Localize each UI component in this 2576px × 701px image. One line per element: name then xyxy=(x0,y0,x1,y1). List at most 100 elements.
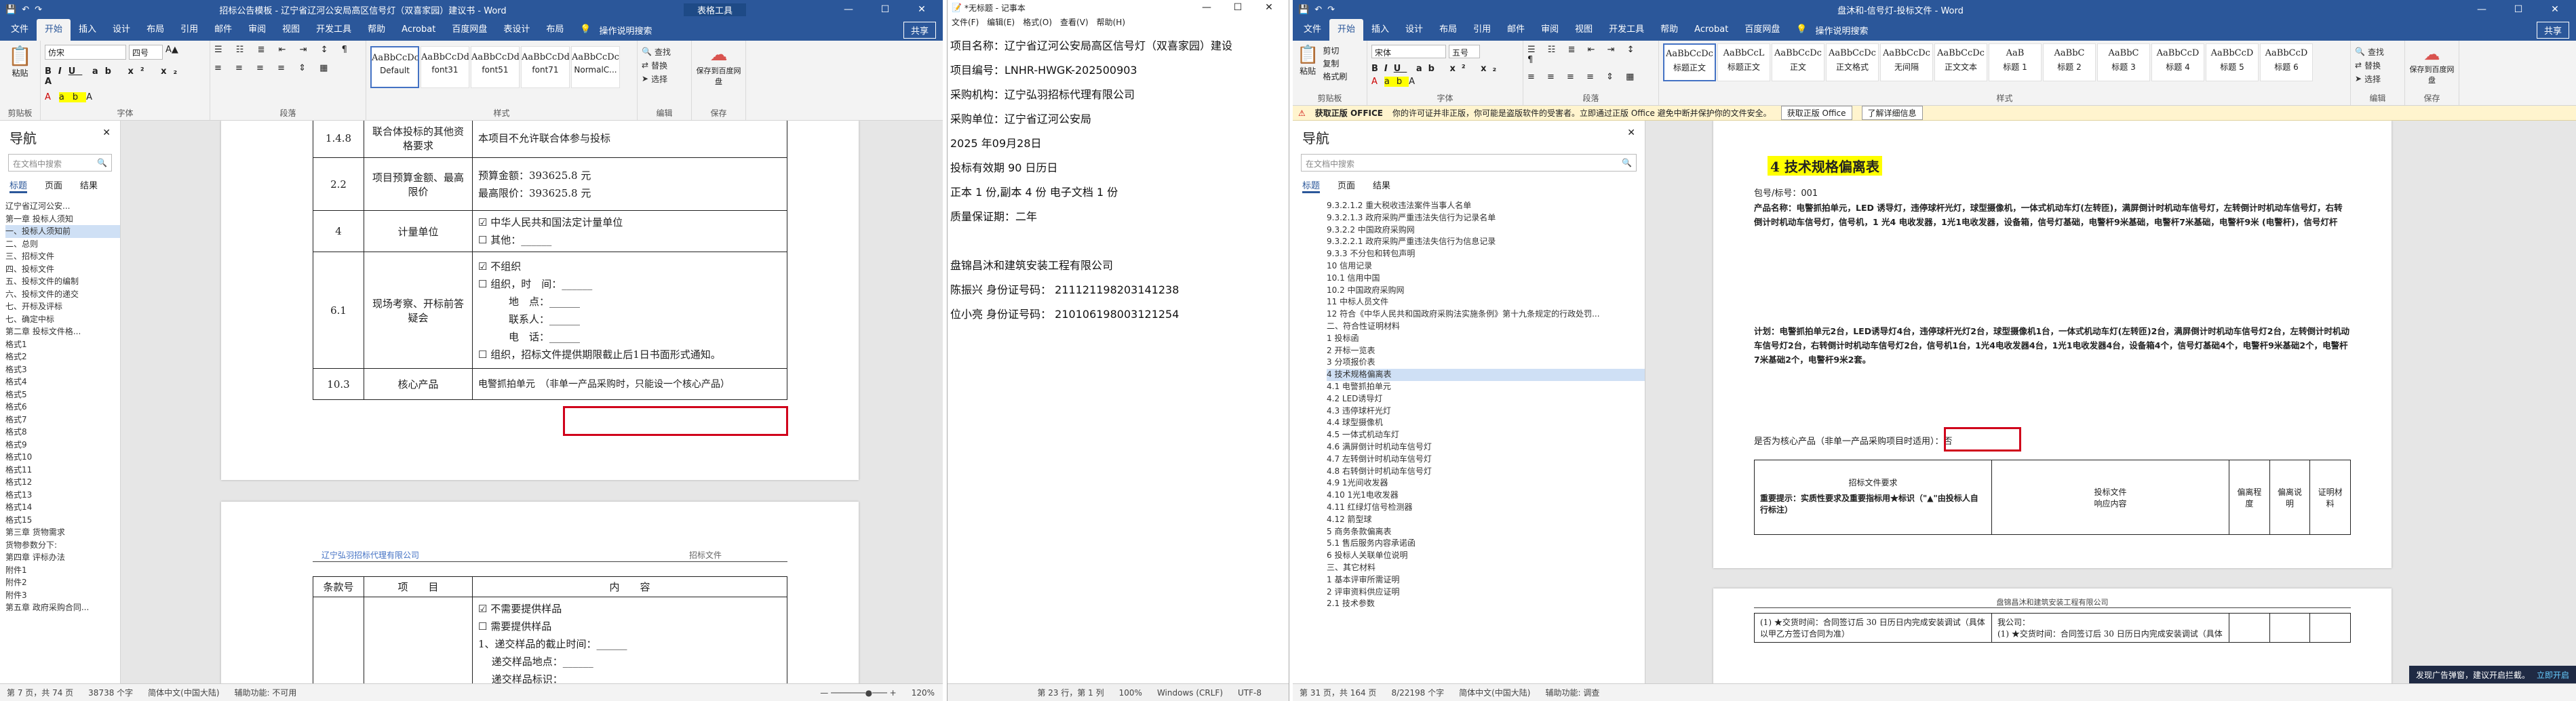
select-button[interactable]: ➤ 选择 xyxy=(2355,72,2400,85)
nav-tab-headings[interactable]: 标题 xyxy=(1302,178,1321,193)
menu-edit[interactable]: 编辑(E) xyxy=(987,16,1015,28)
close-icon[interactable]: ✕ xyxy=(2539,4,2571,15)
align-buttons-row[interactable]: ≡ ≡ ≡ ≡ ⇕ ▦ xyxy=(1527,72,1654,82)
tab-layout[interactable]: 布局 xyxy=(138,19,172,41)
cut-button[interactable]: 剪切 xyxy=(1323,45,1347,58)
nav-heading-item[interactable]: 9.3.2.1.3 政府采购严重违法失信行为记录名单 xyxy=(1327,212,1645,224)
font-name-select[interactable]: 宋体 xyxy=(1371,45,1446,58)
menu-file[interactable]: 文件(F) xyxy=(952,16,979,28)
nav-heading-item[interactable]: 二、符合性证明材料 xyxy=(1327,321,1645,333)
nav-heading-item[interactable]: 三、招标文件 xyxy=(5,250,120,263)
baidu-cloud-icon[interactable]: ☁ xyxy=(2409,45,2455,64)
page-count[interactable]: 第 31 页，共 164 页 xyxy=(1300,687,1376,698)
style-gallery-item[interactable]: AaBbCcDc 正文格式 xyxy=(1826,43,1879,81)
autosave-icon[interactable]: 💾 xyxy=(1298,5,1309,15)
align-buttons-row[interactable]: ≡ ≡ ≡ ≡ ⇕ ▦ xyxy=(214,63,362,73)
nav-heading-item[interactable]: 4.4 球型摄像机 xyxy=(1327,417,1645,429)
table-cell[interactable]: ☑ 不需要提供样品 ☐ 需要提供样品 1、递交样品的截止时间：______ 递交… xyxy=(472,597,787,683)
tab-table-design[interactable]: 表设计 xyxy=(495,19,538,41)
table-cell[interactable]: 我公司： (1) ★交货时间：合同签订后 30 日历日内完成安装调试（具体 xyxy=(1991,613,2229,643)
nav-heading-item[interactable]: 附件3 xyxy=(5,589,120,602)
menu-help[interactable]: 帮助(H) xyxy=(1097,16,1125,28)
content-cell[interactable]: 本项目不允许联合体参与投标 xyxy=(472,121,787,158)
nav-heading-item[interactable]: 四、投标文件 xyxy=(5,263,120,276)
tell-me-box[interactable]: 操作说明搜索 xyxy=(600,24,652,37)
nav-heading-item[interactable]: 4.11 红绿灯信号检测器 xyxy=(1327,502,1645,514)
nav-heading-item[interactable]: 七、确定中标 xyxy=(5,313,120,326)
style-gallery-item[interactable]: AaBbCcD 标题 4 xyxy=(2151,43,2204,81)
font-color-row[interactable]: AabA xyxy=(1371,77,1519,87)
nav-heading-item[interactable]: 格式4 xyxy=(5,376,120,388)
nav-heading-item[interactable]: 附件2 xyxy=(5,576,120,589)
close-icon[interactable]: ✕ xyxy=(906,4,937,15)
word-count[interactable]: 8/22198 个字 xyxy=(1391,687,1444,698)
font-size-select[interactable]: 五号 xyxy=(1449,45,1480,58)
format-painter-button[interactable]: 格式刷 xyxy=(1323,71,1347,83)
tab-insert[interactable]: 插入 xyxy=(71,19,104,41)
nav-heading-item[interactable]: 4.7 左转倒计时机动车信号灯 xyxy=(1327,454,1645,466)
tab-acrobat[interactable]: Acrobat xyxy=(1686,19,1736,41)
table-cell[interactable]: (1) ★交货时间：合同签订后 30 日历日内完成安装调试（具体以甲乙方签订合同… xyxy=(1754,613,1992,643)
nav-heading-item[interactable]: 格式13 xyxy=(5,489,120,502)
nav-heading-item[interactable]: 格式6 xyxy=(5,401,120,414)
nav-heading-item[interactable]: 9.3.2.1.2 重大税收违法案件当事人名单 xyxy=(1327,200,1645,212)
close-icon[interactable]: ✕ xyxy=(1627,127,1635,147)
undo-icon[interactable]: ↶ xyxy=(1314,5,1322,15)
tab-file[interactable]: 文件 xyxy=(1295,19,1329,41)
table-cell[interactable] xyxy=(313,597,364,683)
nav-heading-item[interactable]: 1 投标函 xyxy=(1327,333,1645,345)
share-button[interactable]: 共享 xyxy=(2536,21,2569,39)
get-genuine-button[interactable]: 获取正版 Office xyxy=(1780,106,1852,120)
paste-button[interactable]: 粘贴 xyxy=(4,67,36,79)
style-gallery-item[interactable]: AaBbC 标题 2 xyxy=(2043,43,2096,81)
nav-heading-item[interactable]: 六、投标文件的递交 xyxy=(5,288,120,301)
nav-tab-pages[interactable]: 页面 xyxy=(1338,178,1355,193)
nav-heading-item[interactable]: 格式12 xyxy=(5,476,120,489)
content-cell[interactable]: ☑ 不组织 ☐ 组织，时 间：______ 地 点：______ 联系人：___… xyxy=(472,252,787,369)
font-name-select[interactable]: 仿宋 xyxy=(45,45,126,60)
list-buttons-row[interactable]: ☰ ☷ ≣ ⇤ ⇥ ↕ ¶ xyxy=(214,45,362,55)
autosave-icon[interactable]: 💾 xyxy=(5,5,16,15)
item-label-cell[interactable]: 联合体投标的其他资格要求 xyxy=(364,121,473,158)
font-format-row[interactable]: BIU ab x² x₂ xyxy=(1371,64,1519,74)
nav-heading-item[interactable]: 格式2 xyxy=(5,350,120,363)
save-baidu-button[interactable]: 保存到百度网盘 xyxy=(2409,64,2455,85)
font-color-row[interactable]: AabA xyxy=(45,92,206,102)
language[interactable]: 简体中文(中国大陆) xyxy=(1459,687,1530,698)
nav-heading-item[interactable]: 附件1 xyxy=(5,564,120,577)
style-gallery-item[interactable]: AaBbCcDc NormalC... xyxy=(571,46,620,88)
tab-table-layout[interactable]: 布局 xyxy=(538,19,572,41)
style-gallery-item[interactable]: AaBbCcDc 标题正文 xyxy=(1663,43,1716,81)
nav-heading-item[interactable]: 4.8 右转倒计时机动车信号灯 xyxy=(1327,466,1645,478)
page-count[interactable]: 第 7 页，共 74 页 xyxy=(7,687,73,698)
nav-heading-item[interactable]: 4.9 1光间收发器 xyxy=(1327,477,1645,489)
nav-heading-item[interactable]: 11 中标人员文件 xyxy=(1327,296,1645,308)
style-gallery-item[interactable]: AaBbCcD 标题 6 xyxy=(2260,43,2313,81)
nav-heading-item[interactable]: 4.1 电警抓拍单元 xyxy=(1327,381,1645,393)
style-gallery-item[interactable]: AaB 标题 1 xyxy=(1989,43,2042,81)
undo-icon[interactable]: ↶ xyxy=(22,5,29,15)
nav-heading-item[interactable]: 格式14 xyxy=(5,501,120,514)
redo-icon[interactable]: ↷ xyxy=(35,5,42,15)
style-gallery-item[interactable]: AaBbCcDc Default xyxy=(370,46,419,88)
nav-heading-item[interactable]: 格式11 xyxy=(5,464,120,477)
nav-heading-item[interactable]: 格式10 xyxy=(5,451,120,464)
nav-heading-item[interactable]: 第三章 货物需求 xyxy=(5,526,120,539)
tell-me-box[interactable]: 操作说明搜索 xyxy=(1816,24,1869,37)
nav-heading-item[interactable]: 4 技术规格偏离表 xyxy=(1327,369,1645,381)
font-format-row[interactable]: BIU ab x² x₂ A xyxy=(45,66,206,87)
nav-heading-item[interactable]: 格式7 xyxy=(5,414,120,426)
style-gallery-item[interactable]: AaBbCcDd font31 xyxy=(421,46,469,88)
nav-heading-item[interactable]: 2.1 技术参数 xyxy=(1327,598,1645,610)
item-label-cell[interactable]: 核心产品 xyxy=(364,368,473,400)
close-icon[interactable]: ✕ xyxy=(102,127,111,147)
table-cell[interactable] xyxy=(2309,613,2351,643)
nav-heading-item[interactable]: 9.3.2.2.1 政府采购严重违法失信行为信息记录 xyxy=(1327,236,1645,248)
nav-heading-item[interactable]: 9.3.3 不分包和转包声明 xyxy=(1327,248,1645,260)
nav-heading-item[interactable]: 辽宁省辽河公安... xyxy=(5,200,120,213)
notepad-text-area[interactable]: 项目名称：辽宁省辽河公安局高区信号灯（双喜家园）建设 项目编号：LNHR-HWGK… xyxy=(948,30,1289,683)
tab-references[interactable]: 引用 xyxy=(1465,19,1499,41)
nav-heading-item[interactable]: 10.1 信用中国 xyxy=(1327,273,1645,285)
nav-heading-item[interactable]: 一、投标人须知前 xyxy=(5,225,120,238)
item-label-cell[interactable]: 计量单位 xyxy=(364,210,473,252)
